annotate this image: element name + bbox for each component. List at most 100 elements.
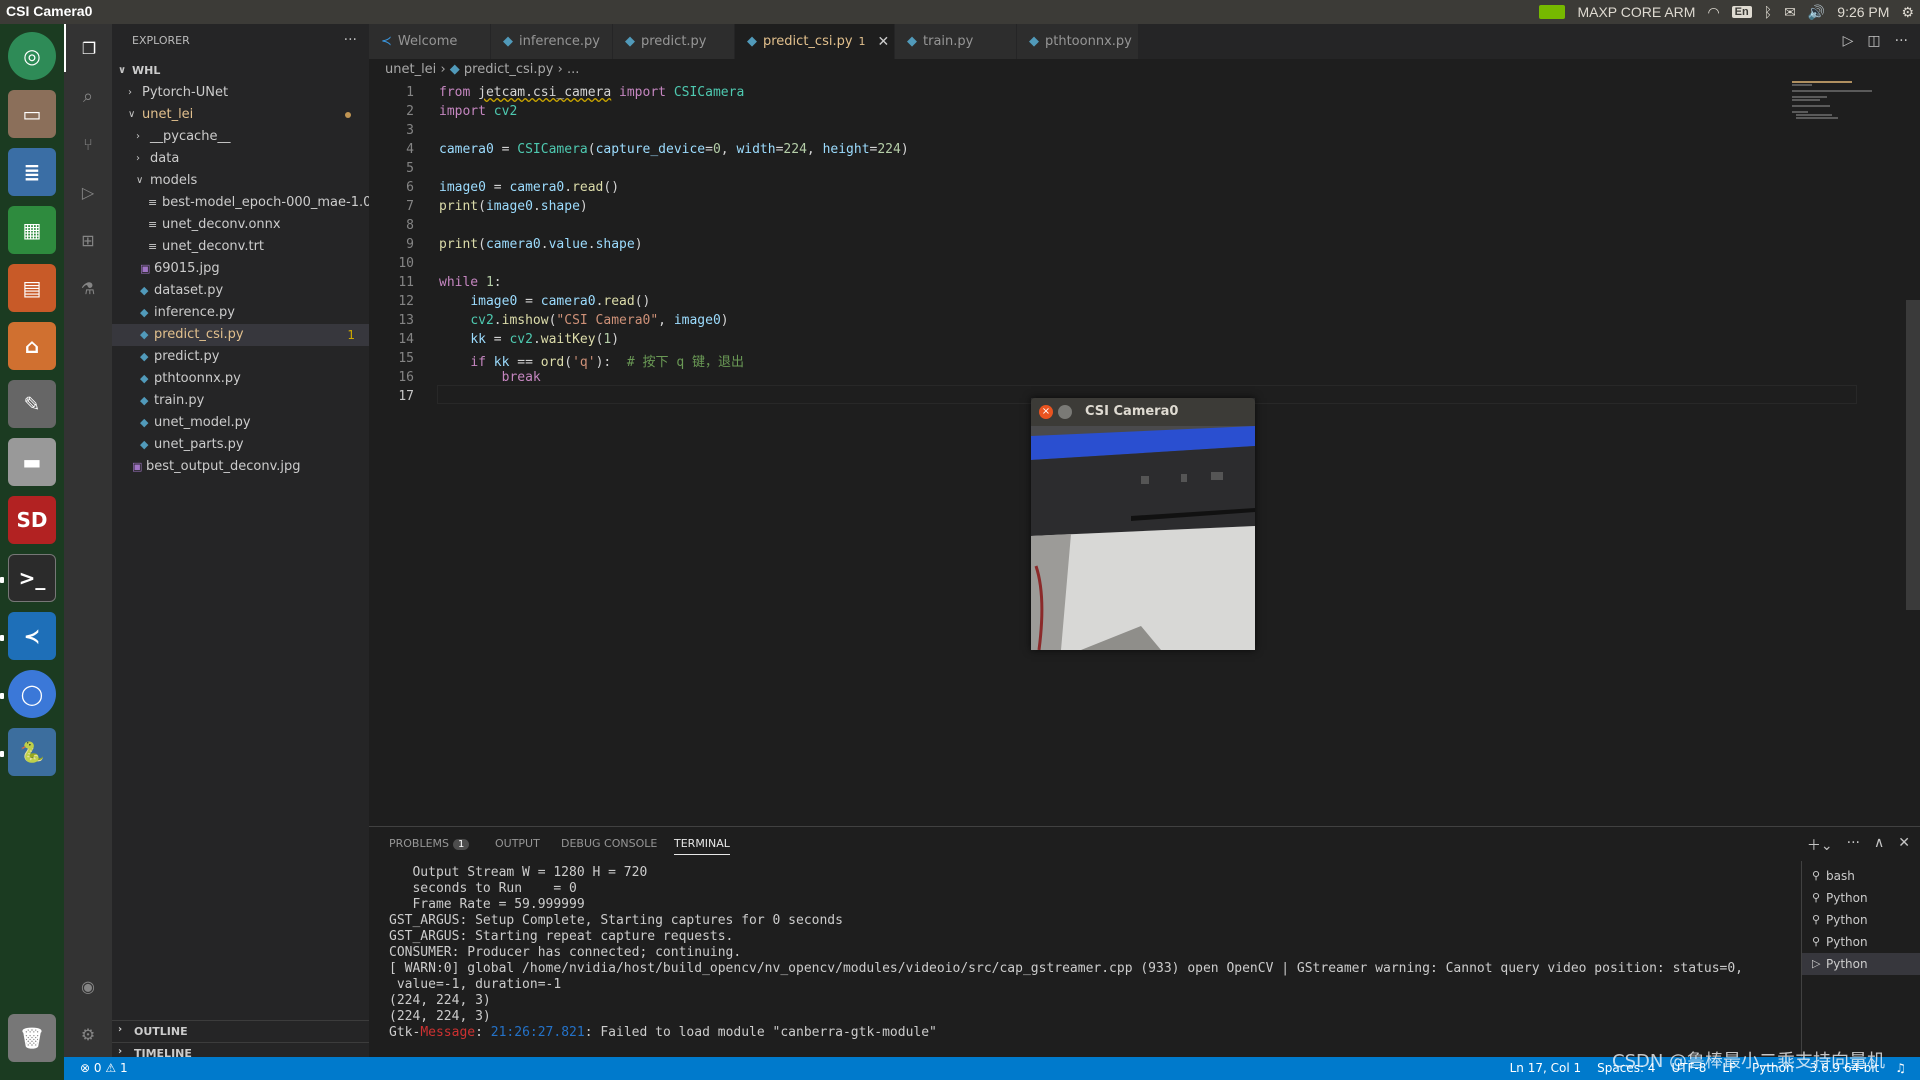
bell-icon[interactable]: ♫ (1895, 1061, 1906, 1075)
cursor-position[interactable]: Ln 17, Col 1 (1510, 1061, 1582, 1075)
chromium-icon[interactable]: ◯ (8, 670, 56, 718)
tab-predict_csi-py[interactable]: ◆ predict_csi.py 1 ✕ (735, 24, 895, 59)
code-line[interactable]: camera0 = CSICamera(capture_device=0, wi… (439, 142, 909, 157)
minimap[interactable] (1792, 81, 1902, 121)
terminal-instance[interactable]: ⚲ Python (1802, 931, 1920, 953)
source-control-icon[interactable]: ⑂ (64, 120, 112, 168)
minimize-icon[interactable] (1058, 405, 1072, 419)
code-line[interactable]: image0 = camera0.read() (439, 180, 619, 195)
editor-scrollbar-thumb[interactable] (1906, 300, 1920, 610)
file-item[interactable]: ≡ unet_deconv.trt (112, 236, 369, 258)
code-line[interactable]: import cv2 (439, 104, 517, 119)
tab-train-py[interactable]: ◆ train.py (895, 24, 1017, 59)
file-item[interactable]: ▣ 69015.jpg (112, 258, 369, 280)
nvidia-icon[interactable] (1539, 5, 1566, 19)
more-actions-icon[interactable]: ··· (1895, 33, 1908, 49)
keyboard-language[interactable]: En (1731, 6, 1752, 18)
code-line[interactable]: cv2.imshow("CSI Camera0", image0) (439, 313, 728, 328)
tab-pthtoonnx-py[interactable]: ◆ pthtoonnx.py (1017, 24, 1139, 59)
trash-icon[interactable]: 🗑 (8, 1014, 56, 1062)
clock[interactable]: 9:26 PM (1837, 4, 1889, 20)
camera-window-titlebar[interactable]: × CSI Camera0 (1031, 398, 1255, 426)
account-icon[interactable]: ◉ (64, 962, 112, 1010)
file-item[interactable]: ≡ unet_deconv.onnx (112, 214, 369, 236)
manage-gear-icon[interactable]: ⚙ (64, 1010, 112, 1058)
file-item[interactable]: ◆ train.py (112, 390, 369, 412)
code-line[interactable]: from jetcam.csi_camera import CSICamera (439, 85, 744, 100)
file-item[interactable]: ▣ best_output_deconv.jpg (112, 456, 369, 478)
new-terminal-icon[interactable]: ＋⌄ (1807, 835, 1833, 855)
vscode-icon[interactable]: ≺ (8, 612, 56, 660)
folder-item[interactable]: › Pytorch-UNet (112, 82, 369, 104)
panel-tab-output[interactable]: OUTPUT (495, 837, 540, 850)
maximize-panel-icon[interactable]: ∧ (1874, 835, 1884, 855)
software-center-icon[interactable]: ⌂ (8, 322, 56, 370)
terminal-output[interactable]: Output Stream W = 1280 H = 720 seconds t… (389, 865, 1789, 1041)
file-item[interactable]: ◆ predict.py (112, 346, 369, 368)
tab-welcome[interactable]: ≺ Welcome (369, 24, 491, 59)
code-line[interactable]: break (439, 370, 541, 385)
breadcrumb-symbols[interactable]: ... (567, 62, 579, 77)
mail-icon[interactable]: ✉ (1784, 4, 1796, 21)
close-icon[interactable]: ✕ (878, 34, 890, 50)
power-mode-label[interactable]: MAXP CORE ARM (1577, 4, 1695, 20)
code-line[interactable]: kk = cv2.waitKey(1) (439, 332, 619, 347)
code-line[interactable]: print(camera0.value.shape) (439, 237, 643, 252)
terminal-instance[interactable]: ▷ Python (1802, 953, 1920, 975)
tab-inference-py[interactable]: ◆ inference.py (491, 24, 613, 59)
close-icon[interactable]: × (1039, 405, 1053, 419)
more-actions-icon[interactable]: ··· (344, 32, 357, 48)
explorer-icon[interactable]: ❐ (64, 24, 112, 72)
workspace-root[interactable]: ∨ WHL (112, 60, 369, 82)
search-icon[interactable]: ⌕ (64, 72, 112, 120)
folder-item[interactable]: ∨ unet_lei (112, 104, 369, 126)
sd-card-icon[interactable]: SD (8, 496, 56, 544)
file-item[interactable]: ◆ predict_csi.py 1 (112, 324, 369, 346)
testing-icon[interactable]: ⚗ (64, 264, 112, 312)
wifi-icon[interactable]: ◠ (1707, 4, 1719, 21)
problems-status[interactable]: ⊗ 0 ⚠ 1 (80, 1061, 128, 1075)
volume-icon[interactable]: 🔊 (1808, 4, 1825, 21)
file-item[interactable]: ◆ pthtoonnx.py (112, 368, 369, 390)
files-icon[interactable]: ▭ (8, 90, 56, 138)
close-panel-icon[interactable]: ✕ (1898, 835, 1910, 855)
terminal-instance[interactable]: ⚲ Python (1802, 887, 1920, 909)
more-actions-icon[interactable]: ··· (1847, 835, 1860, 855)
tab-predict-py[interactable]: ◆ predict.py (613, 24, 735, 59)
gear-icon[interactable]: ⚙ (1901, 4, 1914, 21)
writer-icon[interactable]: ≣ (8, 148, 56, 196)
breadcrumb-folder[interactable]: unet_lei (385, 62, 436, 77)
file-item[interactable]: ◆ unet_parts.py (112, 434, 369, 456)
extensions-icon[interactable]: ⊞ (64, 216, 112, 264)
impress-icon[interactable]: ▤ (8, 264, 56, 312)
folder-item[interactable]: ∨ models (112, 170, 369, 192)
breadcrumb-file[interactable]: predict_csi.py (464, 62, 554, 77)
file-item[interactable]: ◆ unet_model.py (112, 412, 369, 434)
file-item[interactable]: ◆ dataset.py (112, 280, 369, 302)
csi-camera-window[interactable]: × CSI Camera0 (1031, 398, 1255, 650)
panel-tab-debug-console[interactable]: DEBUG CONSOLE (561, 837, 657, 850)
terminal-icon[interactable]: >_ (8, 554, 56, 602)
code-line[interactable]: while 1: (439, 275, 502, 290)
file-item[interactable]: ◆ inference.py (112, 302, 369, 324)
settings-tools-icon[interactable]: ✎ (8, 380, 56, 428)
run-debug-icon[interactable]: ▷ (64, 168, 112, 216)
code-line[interactable]: if kk == ord('q'): # 按下 q 键，退出 (439, 351, 744, 370)
folder-item[interactable]: › __pycache__ (112, 126, 369, 148)
terminal-instance[interactable]: ⚲ Python (1802, 909, 1920, 931)
file-item[interactable]: ≡ best-model_epoch-000_mae-1.0... (112, 192, 369, 214)
code-line[interactable]: image0 = camera0.read() (439, 294, 650, 309)
code-line[interactable]: print(image0.shape) (439, 199, 588, 214)
calc-icon[interactable]: ▦ (8, 206, 56, 254)
bluetooth-icon[interactable]: ᛒ (1764, 4, 1772, 20)
terminal-instance[interactable]: ⚲ bash (1802, 865, 1920, 887)
ubuntu-home-icon[interactable]: ◎ (8, 32, 56, 80)
folder-item[interactable]: › data (112, 148, 369, 170)
outline-section[interactable]: › OUTLINE (112, 1020, 369, 1042)
panel-tab-terminal[interactable]: TERMINAL (674, 837, 730, 855)
python-icon[interactable]: 🐍 (8, 728, 56, 776)
run-icon[interactable]: ▷ (1843, 33, 1854, 49)
drive-icon[interactable]: ▬ (8, 438, 56, 486)
panel-tab-problems[interactable]: PROBLEMS 1 (389, 837, 470, 850)
split-editor-icon[interactable]: ◫ (1867, 33, 1880, 49)
